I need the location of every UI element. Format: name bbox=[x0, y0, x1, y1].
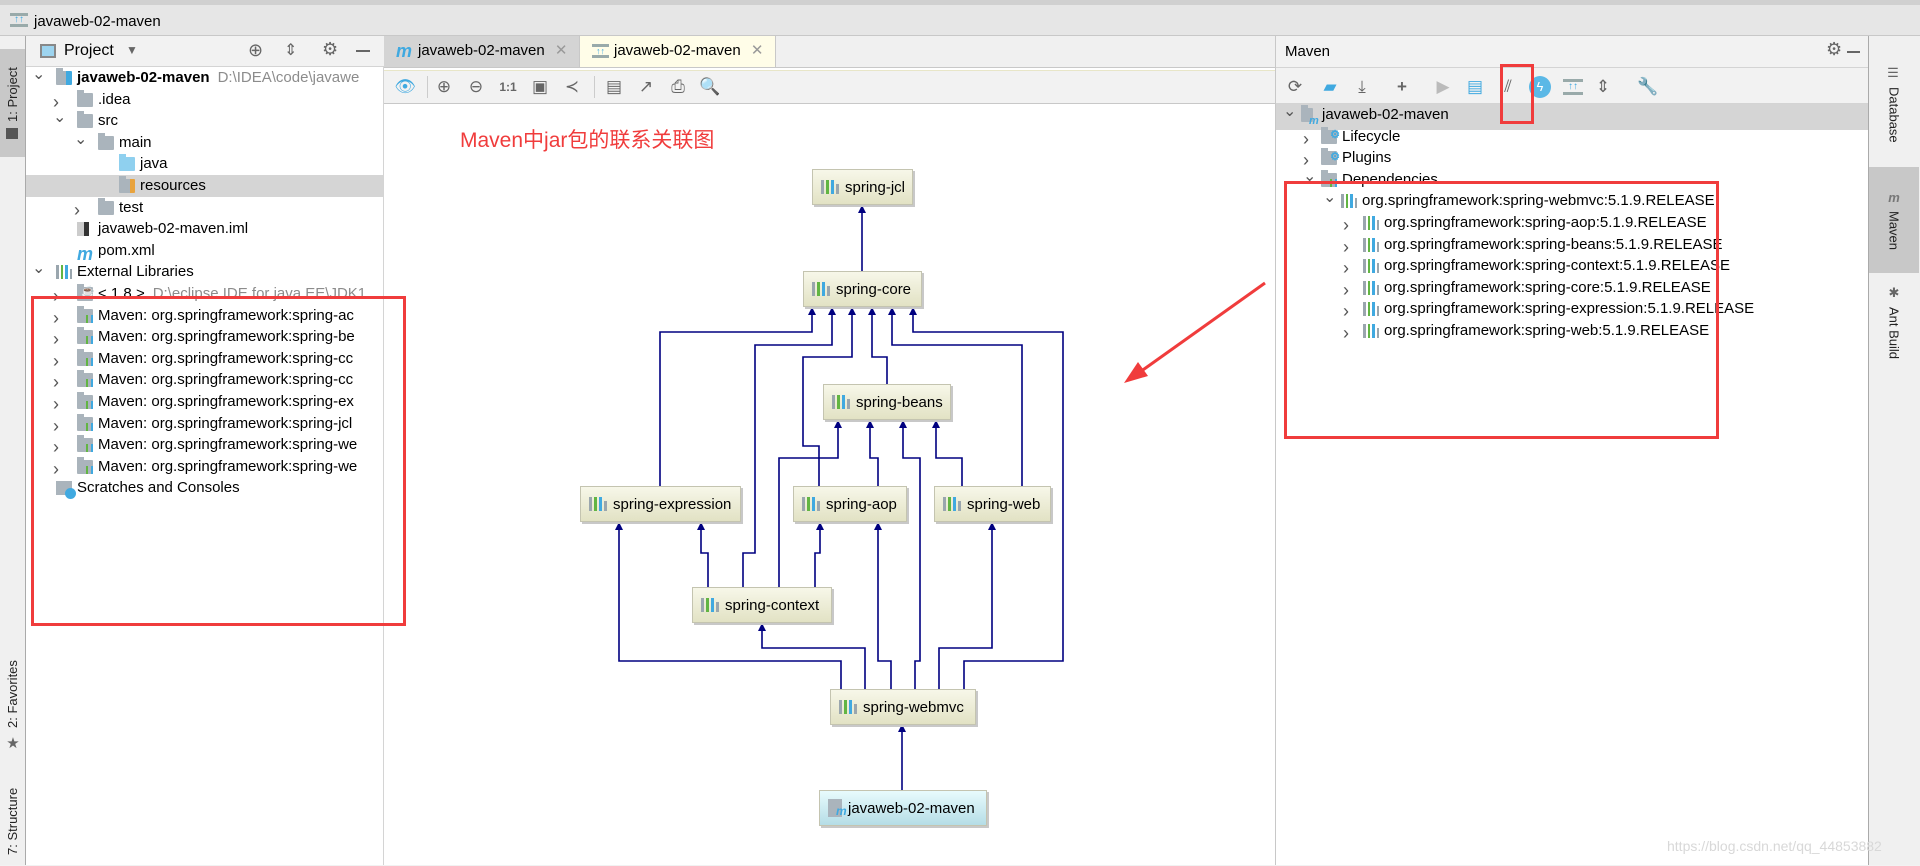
watermark: https://blog.csdn.net/qq_44853882 bbox=[1667, 838, 1882, 854]
annotation-arrow bbox=[1124, 281, 1266, 383]
